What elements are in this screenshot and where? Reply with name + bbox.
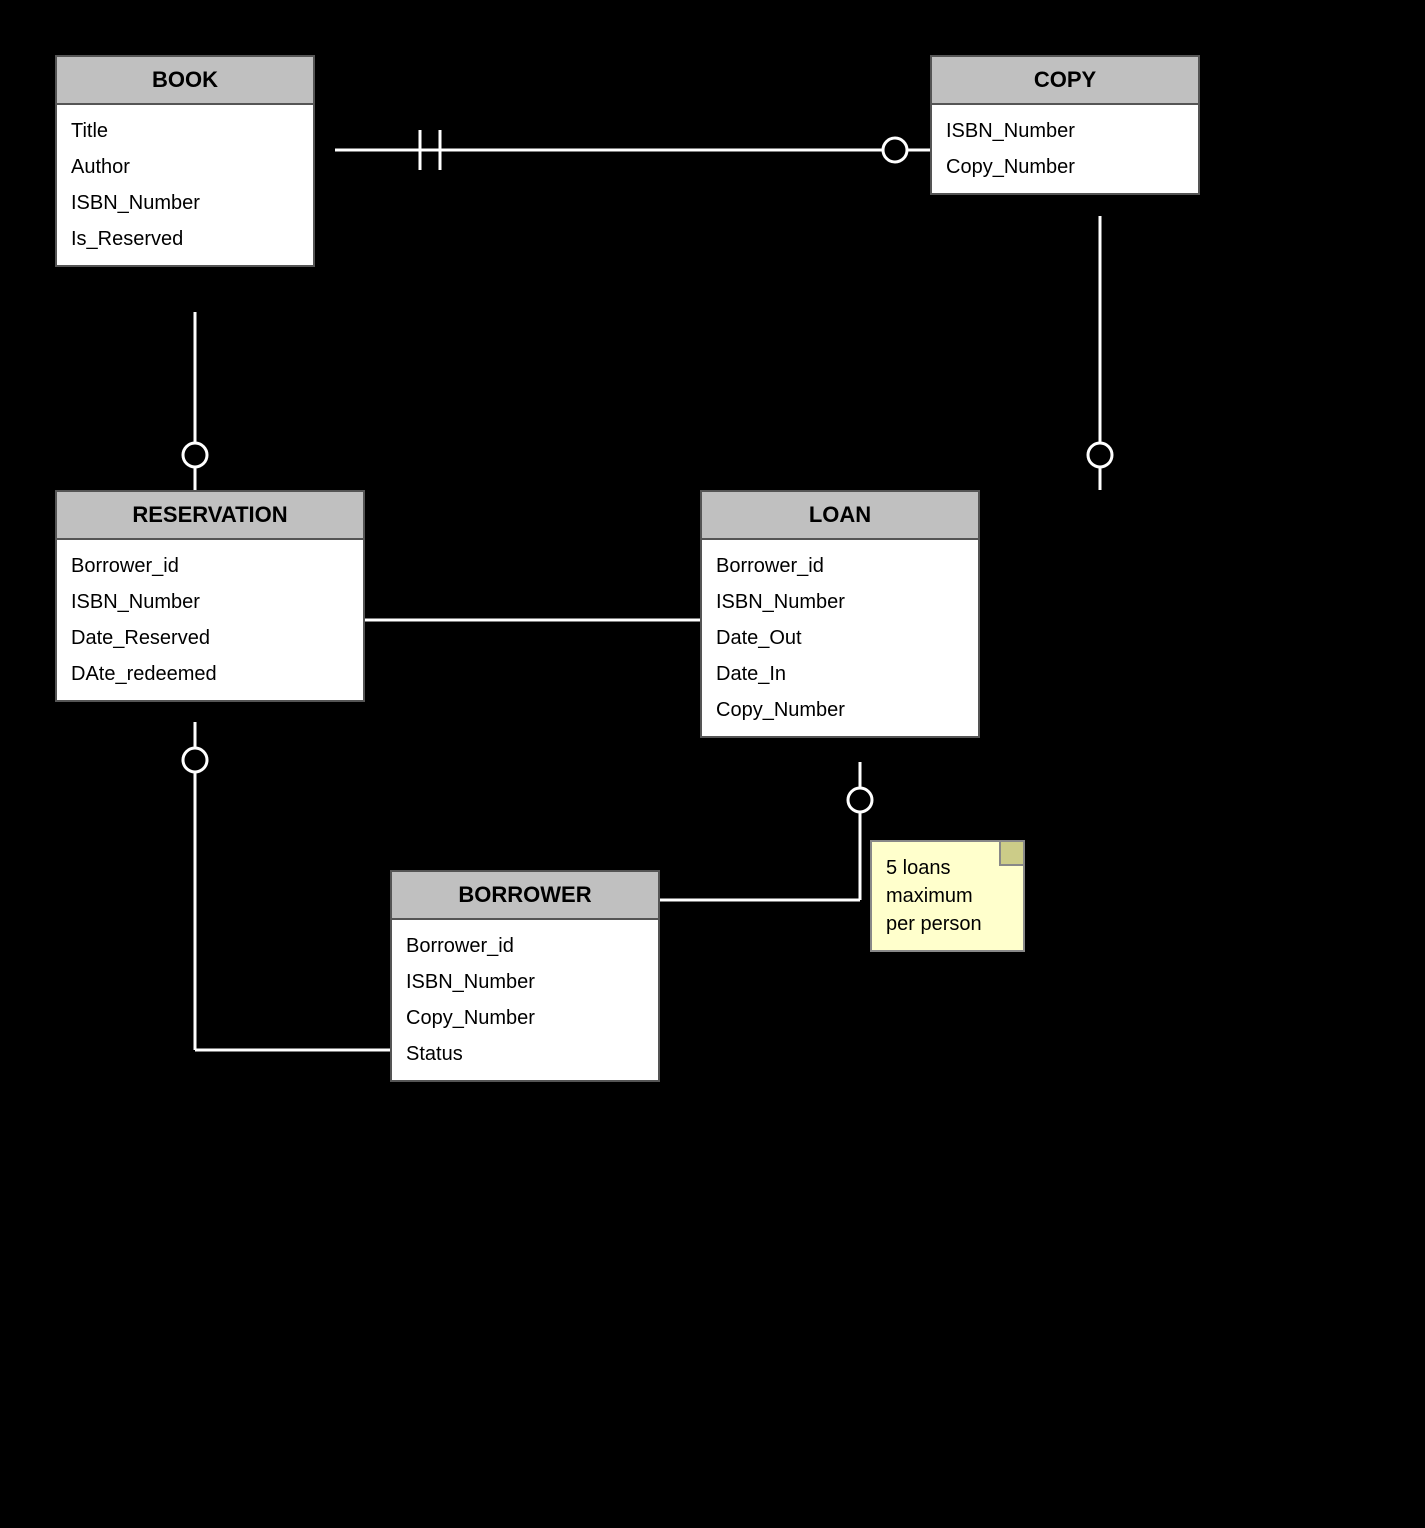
book-field-title: Title (71, 113, 299, 149)
copy-field-copy-number: Copy_Number (946, 149, 1184, 185)
loan-field-date-out: Date_Out (716, 620, 964, 656)
loan-table-body: Borrower_id ISBN_Number Date_Out Date_In… (702, 540, 978, 736)
borrower-field-isbn: ISBN_Number (406, 964, 644, 1000)
borrower-field-status: Status (406, 1036, 644, 1072)
loan-field-date-in: Date_In (716, 656, 964, 692)
reservation-field-borrower-id: Borrower_id (71, 548, 349, 584)
note-text: 5 loansmaximumper person (886, 857, 982, 935)
book-field-author: Author (71, 149, 299, 185)
borrower-field-id: Borrower_id (406, 928, 644, 964)
loan-field-isbn: ISBN_Number (716, 584, 964, 620)
book-field-reserved: Is_Reserved (71, 221, 299, 257)
loan-limit-note: 5 loansmaximumper person (870, 840, 1025, 952)
copy-table: COPY ISBN_Number Copy_Number (930, 55, 1200, 195)
reservation-field-date-redeemed: DAte_redeemed (71, 656, 349, 692)
book-table-body: Title Author ISBN_Number Is_Reserved (57, 105, 313, 265)
copy-table-header: COPY (932, 57, 1198, 105)
borrower-table: BORROWER Borrower_id ISBN_Number Copy_Nu… (390, 870, 660, 1082)
reservation-field-date-reserved: Date_Reserved (71, 620, 349, 656)
loan-table-header: LOAN (702, 492, 978, 540)
copy-field-isbn: ISBN_Number (946, 113, 1184, 149)
reservation-table-body: Borrower_id ISBN_Number Date_Reserved DA… (57, 540, 363, 700)
reservation-field-isbn: ISBN_Number (71, 584, 349, 620)
loan-field-copy-number: Copy_Number (716, 692, 964, 728)
reservation-table: RESERVATION Borrower_id ISBN_Number Date… (55, 490, 365, 702)
borrower-field-copy-number: Copy_Number (406, 1000, 644, 1036)
book-table: BOOK Title Author ISBN_Number Is_Reserve… (55, 55, 315, 267)
borrower-table-body: Borrower_id ISBN_Number Copy_Number Stat… (392, 920, 658, 1080)
book-table-header: BOOK (57, 57, 313, 105)
loan-table: LOAN Borrower_id ISBN_Number Date_Out Da… (700, 490, 980, 738)
borrower-table-header: BORROWER (392, 872, 658, 920)
reservation-table-header: RESERVATION (57, 492, 363, 540)
book-field-isbn: ISBN_Number (71, 185, 299, 221)
copy-table-body: ISBN_Number Copy_Number (932, 105, 1198, 193)
loan-field-borrower-id: Borrower_id (716, 548, 964, 584)
